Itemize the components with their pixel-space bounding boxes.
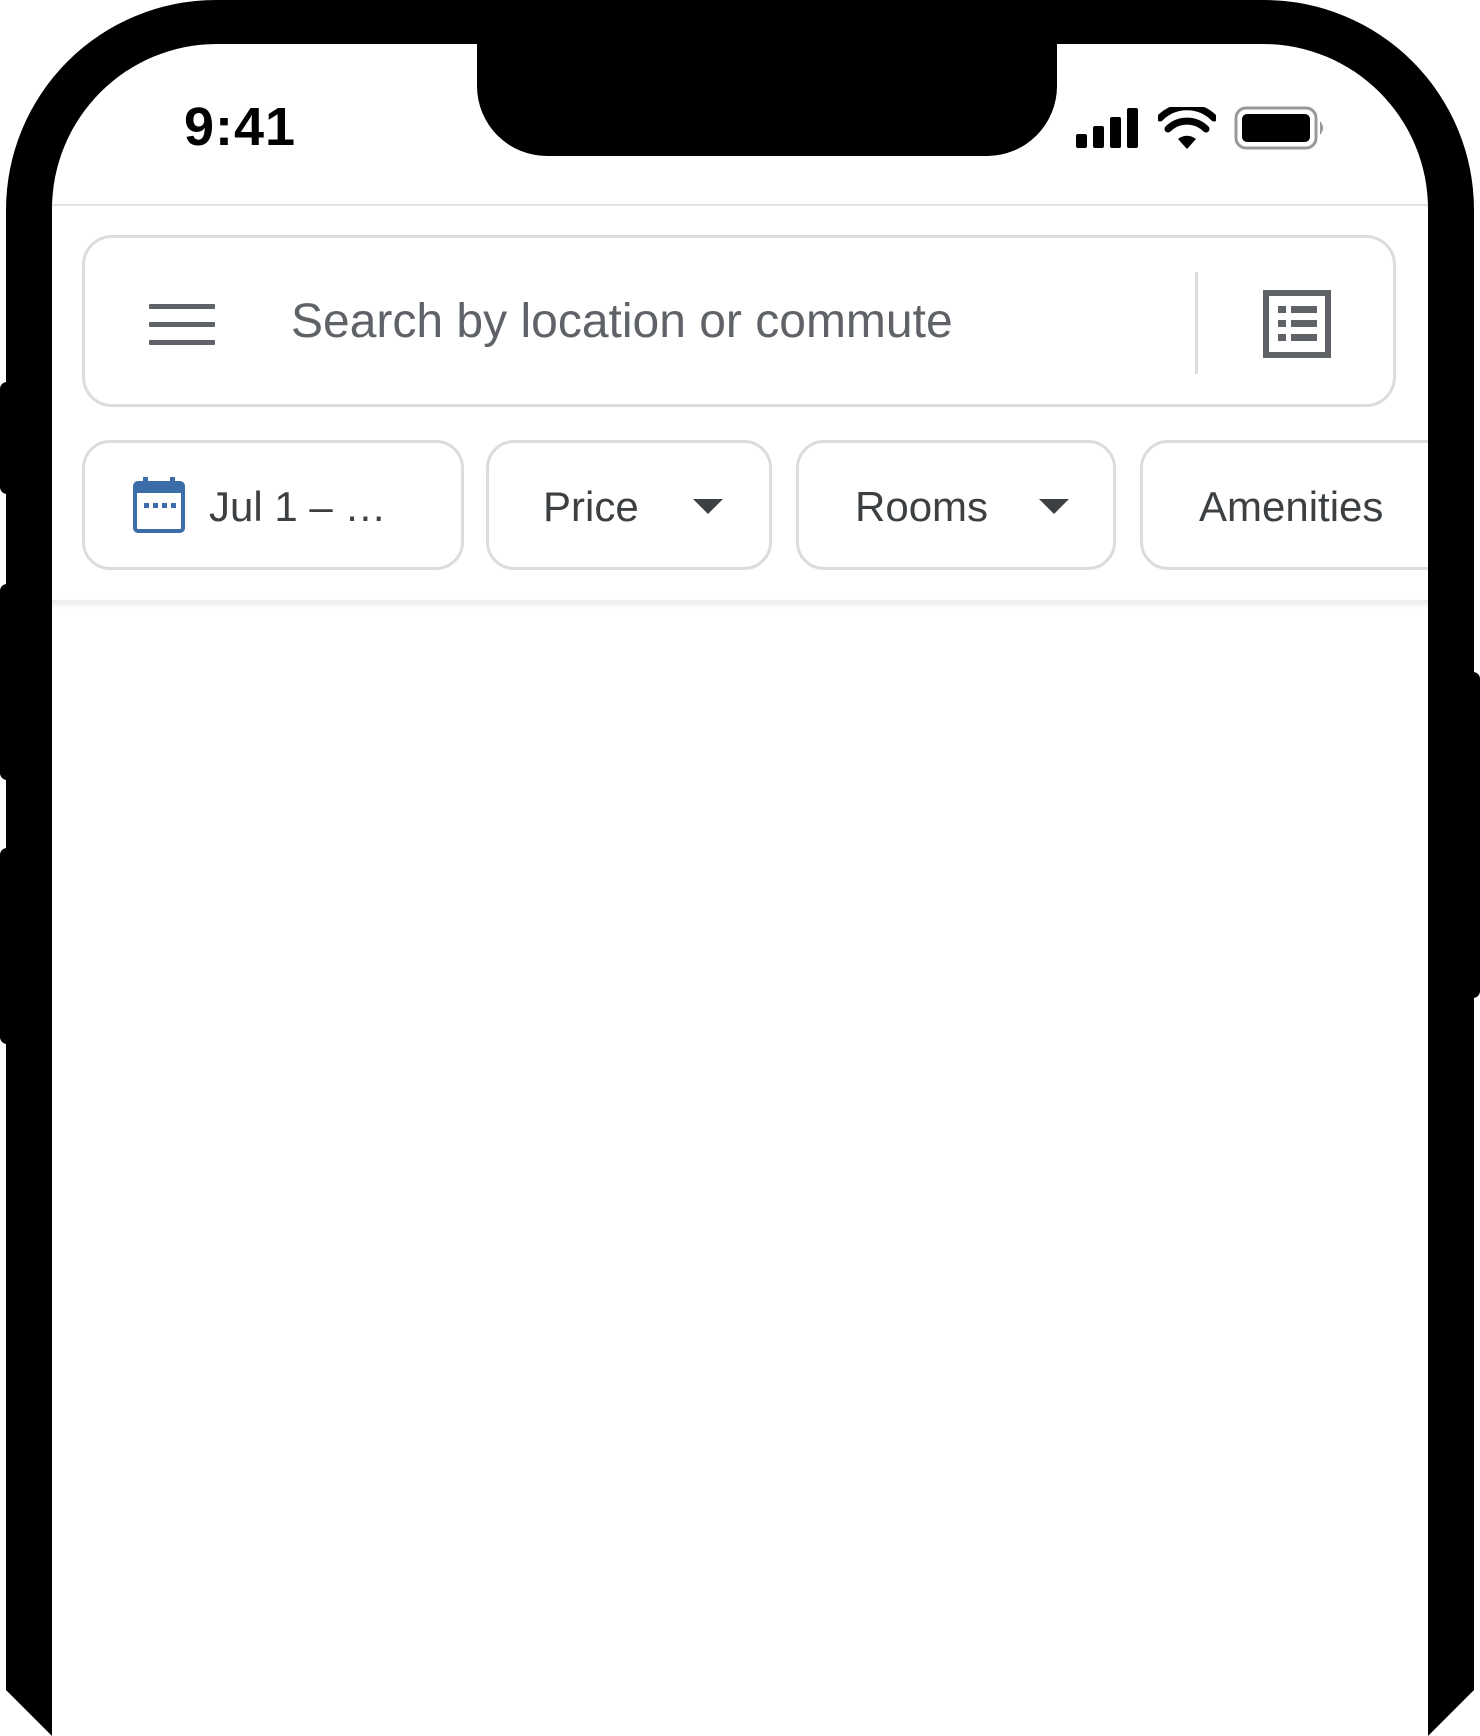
dates-filter-label: Jul 1 – … xyxy=(209,483,387,530)
status-icons xyxy=(1076,106,1328,150)
volume-down-button xyxy=(0,848,14,1044)
dates-filter-chip[interactable]: Jul 1 – … xyxy=(82,440,464,570)
rooms-filter-label: Rooms xyxy=(855,483,989,530)
notch xyxy=(477,44,1057,156)
header-divider xyxy=(52,204,1428,206)
volume-up-button xyxy=(0,584,14,780)
phone-screen: 9:41 Search by location or commute Jul 1… xyxy=(52,44,1428,1736)
menu-icon[interactable] xyxy=(149,304,215,346)
search-divider xyxy=(1195,272,1198,374)
search-input[interactable]: Search by location or commute xyxy=(291,294,953,349)
calendar-icon xyxy=(133,477,185,533)
cellular-signal-icon xyxy=(1076,108,1138,148)
rooms-filter-chip[interactable]: Rooms xyxy=(796,440,1116,570)
price-filter-chip[interactable]: Price xyxy=(486,440,772,570)
frame-corner-right xyxy=(1428,1690,1480,1736)
amenities-filter-chip[interactable]: Amenities xyxy=(1140,440,1428,570)
amenities-filter-label: Amenities xyxy=(1199,483,1384,530)
caret-down-icon xyxy=(693,499,723,514)
power-button xyxy=(1466,672,1480,998)
status-time: 9:41 xyxy=(184,97,297,157)
wifi-icon xyxy=(1158,107,1216,149)
search-bar[interactable]: Search by location or commute xyxy=(82,235,1396,407)
frame-corner-left xyxy=(0,1690,52,1736)
price-filter-label: Price xyxy=(543,483,639,530)
list-view-icon[interactable] xyxy=(1263,290,1331,358)
mute-switch xyxy=(0,382,14,494)
caret-down-icon xyxy=(1039,499,1069,514)
filters-divider xyxy=(52,600,1428,604)
battery-icon xyxy=(1234,106,1323,150)
